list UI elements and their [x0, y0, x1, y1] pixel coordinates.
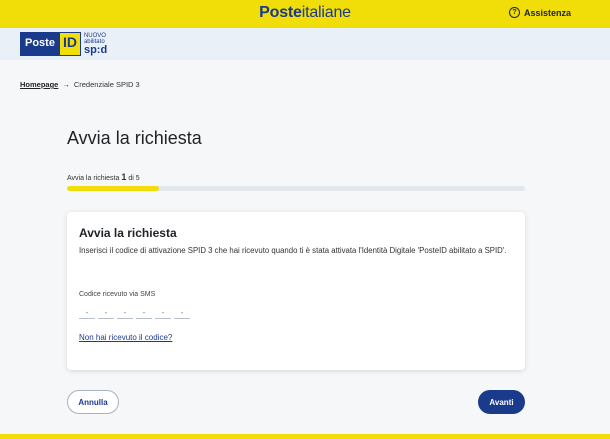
step-indicator: Avvia la richiesta 1 di 5: [67, 172, 140, 182]
breadcrumb: Homepage → Credenziale SPID 3: [20, 80, 140, 89]
sms-code-inputs: [79, 307, 190, 319]
top-header: Posteitaliane ? Assistenza: [0, 0, 610, 28]
brand-regular-text: italiane: [301, 4, 351, 21]
breadcrumb-current: Credenziale SPID 3: [73, 80, 140, 89]
resend-code-link[interactable]: Non hai ricevuto il codice?: [79, 333, 172, 342]
card-description: Inserisci il codice di attivazione SPID …: [79, 246, 507, 255]
code-digit-1[interactable]: [79, 307, 95, 319]
logo-spid-text: sp:d: [83, 43, 108, 56]
next-button[interactable]: Avanti: [478, 390, 525, 414]
code-digit-4[interactable]: [136, 307, 152, 319]
card-title: Avvia la richiesta: [79, 226, 177, 240]
code-digit-3[interactable]: [117, 307, 133, 319]
bottom-bar: [0, 434, 610, 439]
logo-spid-block: NUOVO abilitato sp:d: [84, 32, 107, 56]
step-current: 1: [121, 172, 127, 182]
sub-header: Poste ID NUOVO abilitato sp:d: [0, 28, 610, 60]
progress-bar: [67, 186, 525, 191]
posteid-spid-logo[interactable]: Poste ID NUOVO abilitato sp:d: [20, 32, 107, 56]
question-circle-icon: ?: [508, 7, 520, 18]
logo-id-text: ID: [58, 32, 81, 56]
sms-code-label: Codice ricevuto via SMS: [79, 291, 156, 298]
page-title: Avvia la richiesta: [67, 128, 202, 148]
step-label: Avvia la richiesta: [67, 175, 120, 182]
step-total: di 5: [128, 175, 140, 182]
assistenza-link[interactable]: ? Assistenza: [508, 7, 571, 18]
assistenza-label: Assistenza: [523, 7, 571, 18]
code-digit-6[interactable]: [174, 307, 190, 319]
arrow-right-icon: →: [62, 80, 70, 89]
breadcrumb-home-link[interactable]: Homepage: [20, 80, 58, 89]
logo-poste-text: Poste: [20, 32, 59, 56]
code-digit-2[interactable]: [98, 307, 114, 319]
activation-card: Avvia la richiesta Inserisci il codice d…: [67, 212, 525, 370]
brand-bold-text: Poste: [259, 4, 302, 21]
cancel-button[interactable]: Annulla: [67, 390, 119, 414]
progress-fill: [67, 186, 159, 191]
code-digit-5[interactable]: [155, 307, 171, 319]
